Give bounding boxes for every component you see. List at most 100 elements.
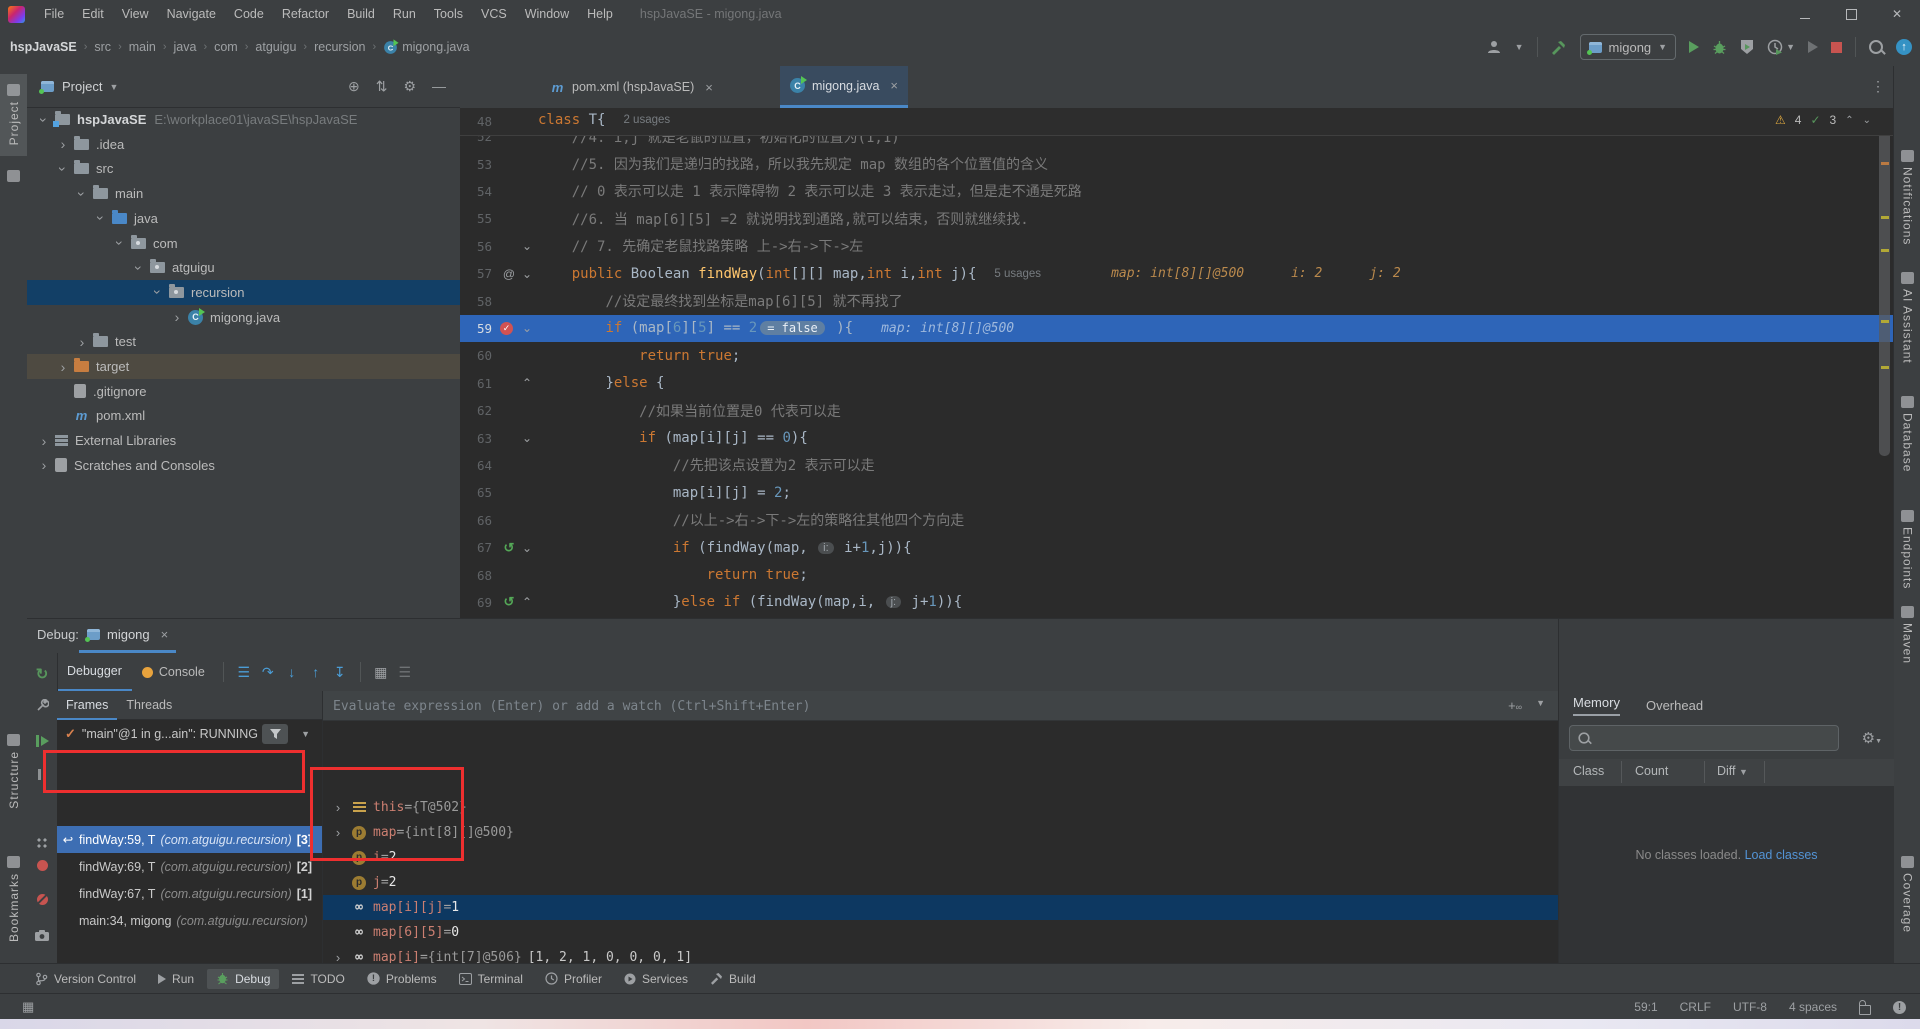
- step-out-icon[interactable]: ↑: [304, 664, 328, 680]
- tab-overhead[interactable]: Overhead: [1646, 698, 1703, 713]
- prev-issue-icon[interactable]: ⌃: [1845, 115, 1853, 126]
- evaluate-dropdown-icon[interactable]: ▼: [1536, 698, 1545, 713]
- code-line-63[interactable]: 63⌄ if (map[i][j] == 0){: [460, 424, 1893, 451]
- menu-refactor[interactable]: Refactor: [273, 0, 338, 28]
- menu-build[interactable]: Build: [338, 0, 384, 28]
- frame-row-1[interactable]: ↩findWay:59, T(com.atguigu.recursion)[3]: [57, 826, 322, 853]
- fold-marker-icon[interactable]: ⌃: [522, 376, 532, 390]
- usages-hint[interactable]: 2 usages: [623, 114, 670, 126]
- tool-strip-database[interactable]: Database: [1894, 396, 1920, 506]
- debug-tab-migong[interactable]: migong ×: [79, 619, 176, 653]
- variable-row-this[interactable]: ›this = {T@502}: [323, 795, 1559, 820]
- tree-chevron-icon[interactable]: ›: [131, 263, 147, 273]
- tree-chevron-icon[interactable]: ›: [39, 457, 49, 473]
- menu-code[interactable]: Code: [225, 0, 273, 28]
- step-over-icon[interactable]: ↷: [256, 664, 280, 681]
- user-dropdown-icon[interactable]: ▼: [1515, 42, 1524, 52]
- menu-edit[interactable]: Edit: [73, 0, 113, 28]
- layout-settings-icon[interactable]: ☰: [393, 664, 417, 681]
- debug-button[interactable]: [1712, 40, 1727, 55]
- tree-item-migongjava[interactable]: ›Cmigong.java: [27, 305, 460, 330]
- profiler-button[interactable]: [1767, 39, 1783, 55]
- tree-item-atguigu[interactable]: ›atguigu: [27, 255, 460, 280]
- variable-row-map65[interactable]: ∞map[6][5] = 0: [323, 920, 1559, 945]
- variable-row-mapij[interactable]: ∞map[i][j] = 1: [323, 895, 1559, 920]
- code-line-64[interactable]: 64 //先把该点设置为2 表示可以走: [460, 452, 1893, 479]
- tool-window-toggle-icon[interactable]: ▦: [22, 999, 34, 1015]
- project-view-dropdown-icon[interactable]: ▼: [109, 82, 118, 92]
- code-line-59[interactable]: 59✓⌄ if (map[6][5] == 2= false ){map: in…: [460, 315, 1893, 342]
- menu-help[interactable]: Help: [578, 0, 622, 28]
- expand-collapse-icon[interactable]: ⇅: [376, 78, 388, 95]
- edit-configuration-wrench-icon[interactable]: [27, 699, 57, 715]
- maximize-button[interactable]: [1828, 0, 1874, 28]
- user-icon[interactable]: [1486, 40, 1502, 54]
- column-diff[interactable]: Diff ▼: [1717, 764, 1748, 778]
- next-issue-icon[interactable]: ⌄: [1863, 115, 1871, 126]
- tool-strip-endpoints[interactable]: Endpoints: [1894, 510, 1920, 620]
- thread-selector[interactable]: ✓ "main"@1 in g...ain": RUNNING ▼: [57, 719, 322, 749]
- ide-update-icon[interactable]: ↑: [1896, 39, 1912, 55]
- tab-debugger[interactable]: Debugger: [57, 653, 132, 691]
- fold-marker-icon[interactable]: ⌄: [522, 321, 532, 335]
- resume-button[interactable]: [27, 735, 57, 747]
- mute-breakpoints-icon[interactable]: [27, 893, 57, 908]
- toolwindow-button-profiler[interactable]: Profiler: [536, 969, 611, 989]
- toolwindow-button-build[interactable]: Build: [701, 969, 765, 989]
- tool-strip-coverage[interactable]: Coverage: [1894, 856, 1920, 956]
- hide-panel-icon[interactable]: —: [432, 78, 446, 95]
- frame-row-4[interactable]: main:34, migong(com.atguigu.recursion): [57, 907, 322, 934]
- menu-file[interactable]: File: [35, 0, 73, 28]
- code-line-55[interactable]: 55 //6. 当 map[6][5] =2 就说明找到通路,就可以结束，否则就…: [460, 205, 1893, 232]
- filter-frames-button[interactable]: [262, 724, 288, 744]
- tool-strip-ai-assistant[interactable]: AI Assistant: [1894, 272, 1920, 382]
- tree-chevron-icon[interactable]: ›: [93, 213, 109, 223]
- tool-strip-notifications[interactable]: Notifications: [1894, 150, 1920, 260]
- step-into-icon[interactable]: ↓: [280, 664, 304, 680]
- breadcrumb-item-hspJavaSE[interactable]: hspJavaSE: [10, 40, 77, 54]
- code-line-66[interactable]: 66 //以上->右->下->左的策略往其他四个方向走: [460, 507, 1893, 534]
- menu-window[interactable]: Window: [516, 0, 578, 28]
- tree-chevron-icon[interactable]: ›: [172, 309, 182, 325]
- tab-memory[interactable]: Memory: [1573, 695, 1620, 716]
- tree-item-gitignore[interactable]: .gitignore: [27, 379, 460, 404]
- show-execution-point-icon[interactable]: ☰: [232, 664, 256, 681]
- tree-item-hspJavaSE[interactable]: ›hspJavaSEE:\workplace01\javaSE\hspJavaS…: [27, 107, 460, 132]
- run-button[interactable]: [1689, 41, 1699, 53]
- toolwindow-button-terminal[interactable]: Terminal: [450, 969, 532, 989]
- fold-marker-icon[interactable]: ⌄: [522, 541, 532, 555]
- evaluate-input[interactable]: [323, 691, 1485, 721]
- caret-position[interactable]: 59:1: [1634, 1000, 1657, 1014]
- tool-strip-bookmarks[interactable]: Bookmarks: [0, 856, 27, 960]
- code-line-58[interactable]: 58 //设定最终找到坐标是map[6][5] 就不再找了: [460, 287, 1893, 314]
- notifications-icon[interactable]: !: [1893, 1001, 1906, 1014]
- tree-item-ScratchesandConsoles[interactable]: ›Scratches and Consoles: [27, 453, 460, 478]
- toolwindow-button-debug[interactable]: Debug: [207, 969, 279, 989]
- menu-view[interactable]: View: [113, 0, 158, 28]
- code-line-61[interactable]: 61⌃ }else {: [460, 370, 1893, 397]
- fold-marker-icon[interactable]: ⌄: [522, 267, 532, 281]
- column-class[interactable]: Class: [1573, 764, 1604, 778]
- variable-row-i[interactable]: pi = 2: [323, 845, 1559, 870]
- close-debug-tab-icon[interactable]: ×: [161, 627, 169, 642]
- file-encoding[interactable]: UTF-8: [1733, 1000, 1767, 1014]
- code-line-60[interactable]: 60 return true;: [460, 342, 1893, 369]
- frame-row-3[interactable]: findWay:67, T(com.atguigu.recursion)[1]: [57, 880, 322, 907]
- tool-strip-structure[interactable]: Structure: [0, 734, 27, 834]
- menu-vcs[interactable]: VCS: [472, 0, 516, 28]
- tab-threads[interactable]: Threads: [117, 691, 181, 718]
- breakpoint-icon[interactable]: ✓: [500, 322, 513, 335]
- tab-frames[interactable]: Frames: [57, 691, 117, 720]
- breadcrumb-item-main[interactable]: main: [129, 40, 156, 54]
- breadcrumb-item-com[interactable]: com: [214, 40, 238, 54]
- code-line-62[interactable]: 62 //如果当前位置是0 代表可以走: [460, 397, 1893, 424]
- fold-marker-icon[interactable]: ⌄: [522, 431, 532, 445]
- tree-item-target[interactable]: ›target: [27, 354, 460, 379]
- menu-run[interactable]: Run: [384, 0, 425, 28]
- inspections-widget[interactable]: ⚠ 4 ✓ 3 ⌃ ⌄: [1775, 113, 1871, 127]
- variable-row-map[interactable]: ›pmap = {int[8][]@500}: [323, 820, 1559, 845]
- thread-dump-camera-icon[interactable]: [27, 929, 57, 944]
- memory-search-field[interactable]: [1569, 725, 1839, 751]
- run-to-cursor-icon[interactable]: ↧: [328, 664, 352, 681]
- code-line-68[interactable]: 68 return true;: [460, 561, 1893, 588]
